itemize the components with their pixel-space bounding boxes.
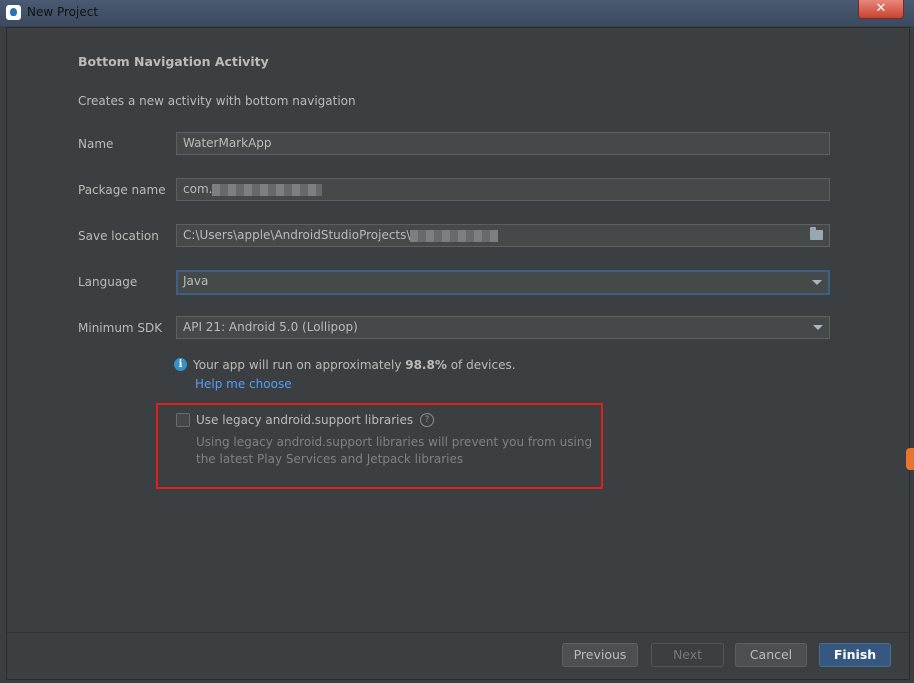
redacted-text [212, 183, 323, 196]
help-me-choose-link[interactable]: Help me choose [195, 377, 292, 391]
page-title: Bottom Navigation Activity [78, 54, 269, 69]
next-button[interactable]: Next [651, 643, 724, 667]
device-coverage-text: Your app will run on approximately 98.8%… [193, 358, 516, 372]
chevron-down-icon [813, 325, 823, 330]
finish-button[interactable]: Finish [819, 643, 891, 667]
coverage-suffix: of devices. [446, 358, 516, 372]
redacted-text [410, 229, 499, 242]
package-name-label: Package name [78, 183, 166, 197]
save-location-value: C:\Users\apple\AndroidStudioProjects\ [183, 228, 411, 242]
minimum-sdk-label: Minimum SDK [78, 321, 163, 335]
cancel-button[interactable]: Cancel [735, 643, 807, 667]
language-value: Java [183, 274, 209, 288]
legacy-support-checkbox[interactable] [176, 413, 190, 427]
minimum-sdk-select[interactable]: API 21: Android 5.0 (Lollipop) [176, 316, 830, 339]
chevron-down-icon [812, 280, 822, 285]
name-input[interactable]: WaterMarkApp [176, 132, 830, 155]
window-title: New Project [27, 5, 99, 19]
package-name-input[interactable]: com. [176, 178, 830, 201]
edge-decoration [906, 448, 914, 470]
language-label: Language [78, 275, 138, 289]
minimum-sdk-value: API 21: Android 5.0 (Lollipop) [183, 320, 358, 334]
legacy-support-label[interactable]: Use legacy android.support libraries [196, 413, 413, 427]
name-value: WaterMarkApp [183, 136, 272, 150]
page-description: Creates a new activity with bottom navig… [78, 94, 356, 108]
previous-button[interactable]: Previous [562, 643, 638, 667]
save-location-label: Save location [78, 229, 159, 243]
title-bar: New Project ✕ [0, 0, 914, 26]
coverage-prefix: Your app will run on approximately [193, 358, 406, 372]
package-name-value: com. [183, 182, 213, 196]
coverage-percent: 98.8% [405, 358, 447, 372]
question-circle-icon[interactable]: ? [420, 413, 434, 427]
language-select[interactable]: Java [176, 270, 830, 295]
folder-icon[interactable] [810, 227, 823, 240]
name-label: Name [78, 137, 114, 151]
close-button[interactable]: ✕ [858, 0, 904, 19]
info-icon: i [174, 358, 187, 371]
android-studio-icon [6, 5, 21, 20]
legacy-support-description: Using legacy android.support libraries w… [196, 435, 593, 466]
save-location-input[interactable]: C:\Users\apple\AndroidStudioProjects\ [176, 224, 830, 247]
